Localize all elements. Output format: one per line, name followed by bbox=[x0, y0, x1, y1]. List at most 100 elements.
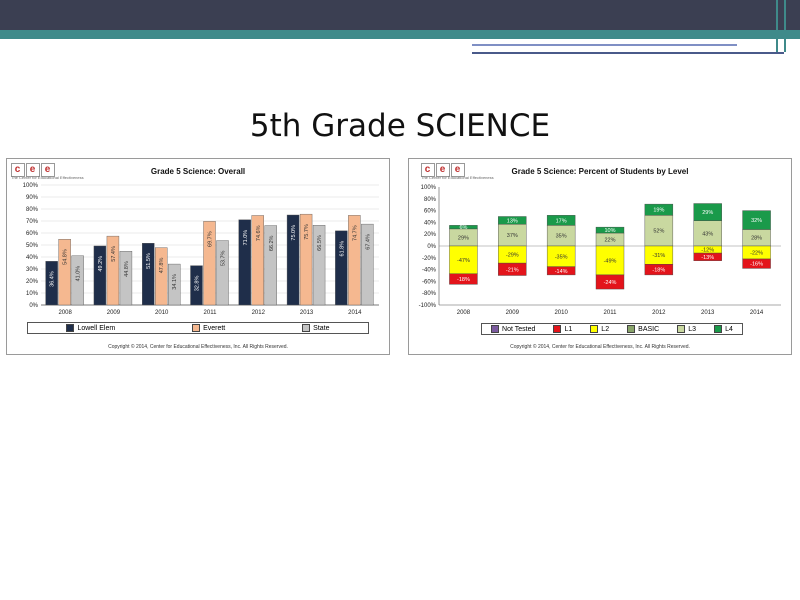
y-tick-label: -80% bbox=[422, 291, 437, 297]
data-label: 35% bbox=[556, 234, 567, 240]
x-tick-label: 2014 bbox=[750, 310, 764, 316]
legend-item: BASIC bbox=[627, 325, 659, 333]
data-label: 32% bbox=[751, 218, 762, 224]
y-tick-label: -60% bbox=[422, 279, 437, 285]
data-label: 67.4% bbox=[365, 234, 371, 250]
y-tick-label: -100% bbox=[419, 303, 437, 309]
data-label: 41.0% bbox=[76, 266, 82, 282]
data-label: -14% bbox=[555, 269, 568, 275]
data-label: 61.8% bbox=[339, 241, 345, 257]
y-tick-label: 20% bbox=[26, 279, 39, 285]
y-tick-label: 0% bbox=[427, 244, 436, 250]
data-label: -21% bbox=[506, 267, 519, 273]
bar bbox=[155, 247, 168, 306]
accent-band bbox=[0, 30, 800, 39]
legend-label: State bbox=[313, 324, 330, 332]
data-label: 57.4% bbox=[111, 246, 117, 262]
copyright: Copyright © 2014, Center for Educational… bbox=[108, 344, 288, 350]
legend-item: State bbox=[302, 324, 330, 332]
data-label: 71.0% bbox=[243, 230, 249, 246]
bar bbox=[142, 242, 155, 306]
data-label: -47% bbox=[457, 258, 470, 264]
data-label: -13% bbox=[701, 255, 714, 261]
y-tick-label: 100% bbox=[421, 185, 437, 191]
data-label: 22% bbox=[604, 238, 615, 244]
x-tick-label: 2013 bbox=[300, 310, 314, 316]
y-tick-label: 40% bbox=[424, 220, 437, 226]
data-label: 44.8% bbox=[124, 261, 130, 277]
decor-line bbox=[784, 0, 786, 52]
legend-label: L4 bbox=[725, 325, 733, 333]
data-label: -22% bbox=[750, 250, 763, 256]
slide-title: 5th Grade SCIENCE bbox=[249, 108, 551, 144]
data-label: 66.2% bbox=[269, 235, 275, 251]
data-label: -18% bbox=[652, 268, 665, 274]
data-label: 6% bbox=[459, 225, 467, 231]
legend-item: L1 bbox=[553, 325, 572, 333]
data-label: -24% bbox=[604, 280, 617, 286]
y-tick-label: 90% bbox=[26, 195, 39, 201]
data-label: 43% bbox=[702, 231, 713, 237]
data-label: 10% bbox=[604, 228, 615, 234]
y-tick-label: 10% bbox=[26, 291, 39, 297]
legend-item: L3 bbox=[677, 325, 696, 333]
data-label: 52% bbox=[653, 229, 664, 235]
data-label: -16% bbox=[750, 262, 763, 268]
copyright: Copyright © 2014, Center for Educational… bbox=[510, 344, 690, 350]
bar bbox=[58, 239, 71, 306]
data-label: 69.7% bbox=[208, 231, 214, 247]
legend-label: Not Tested bbox=[502, 325, 536, 333]
y-tick-label: -20% bbox=[422, 256, 437, 262]
data-label: 29% bbox=[702, 210, 713, 216]
decor-rule bbox=[472, 52, 784, 54]
y-tick-label: 60% bbox=[26, 231, 39, 237]
data-label: -12% bbox=[701, 248, 714, 254]
data-label: 75.7% bbox=[304, 224, 310, 240]
y-tick-label: 20% bbox=[424, 232, 437, 238]
legend-item: Everett bbox=[192, 324, 225, 332]
header-band bbox=[0, 0, 800, 30]
y-tick-label: 70% bbox=[26, 219, 39, 225]
decor-line bbox=[776, 0, 778, 52]
data-label: 49.2% bbox=[98, 256, 104, 272]
data-label: 53.7% bbox=[221, 250, 227, 266]
y-tick-label: -40% bbox=[422, 268, 437, 274]
y-tick-label: 100% bbox=[23, 183, 39, 189]
data-label: 36.4% bbox=[50, 271, 56, 287]
x-tick-label: 2012 bbox=[252, 310, 266, 316]
y-tick-label: 60% bbox=[424, 209, 437, 215]
bar bbox=[119, 251, 133, 306]
data-label: 32.8% bbox=[195, 276, 201, 292]
data-label: 66.5% bbox=[317, 235, 323, 251]
overall-chart-panel: cee The Center for Educational Effective… bbox=[6, 158, 390, 355]
legend-label: L1 bbox=[564, 325, 573, 333]
x-tick-label: 2010 bbox=[155, 310, 169, 316]
y-tick-label: 80% bbox=[26, 207, 39, 213]
y-tick-label: 30% bbox=[26, 267, 39, 273]
level-legend: Not Tested L1 L2 BASIC L3 L4 bbox=[481, 323, 743, 335]
x-tick-label: 2009 bbox=[506, 310, 520, 316]
overall-legend: Lowell Elem Everett State bbox=[27, 322, 369, 334]
x-tick-label: 2012 bbox=[652, 310, 666, 316]
legend-item: L2 bbox=[590, 325, 609, 333]
data-label: 17% bbox=[556, 218, 567, 224]
legend-item: Not Tested bbox=[491, 325, 535, 333]
bar bbox=[93, 245, 107, 306]
data-label: -29% bbox=[506, 253, 519, 259]
legend-label: BASIC bbox=[638, 325, 660, 333]
x-tick-label: 2014 bbox=[348, 310, 362, 316]
legend-label: L2 bbox=[601, 325, 610, 333]
data-label: 74.7% bbox=[352, 225, 358, 241]
level-chart-panel: cee The Center for Educational Effective… bbox=[408, 158, 792, 355]
x-tick-label: 2009 bbox=[107, 310, 121, 316]
data-label: 47.8% bbox=[159, 258, 165, 274]
decor-rule bbox=[472, 44, 737, 46]
legend-item: L4 bbox=[714, 325, 733, 333]
legend-label: Everett bbox=[203, 324, 226, 332]
data-label: -31% bbox=[652, 253, 665, 259]
x-tick-label: 2010 bbox=[554, 310, 568, 316]
data-label: 19% bbox=[653, 208, 664, 214]
y-tick-label: 40% bbox=[26, 255, 39, 261]
data-label: -18% bbox=[457, 277, 470, 283]
bar bbox=[216, 240, 229, 306]
